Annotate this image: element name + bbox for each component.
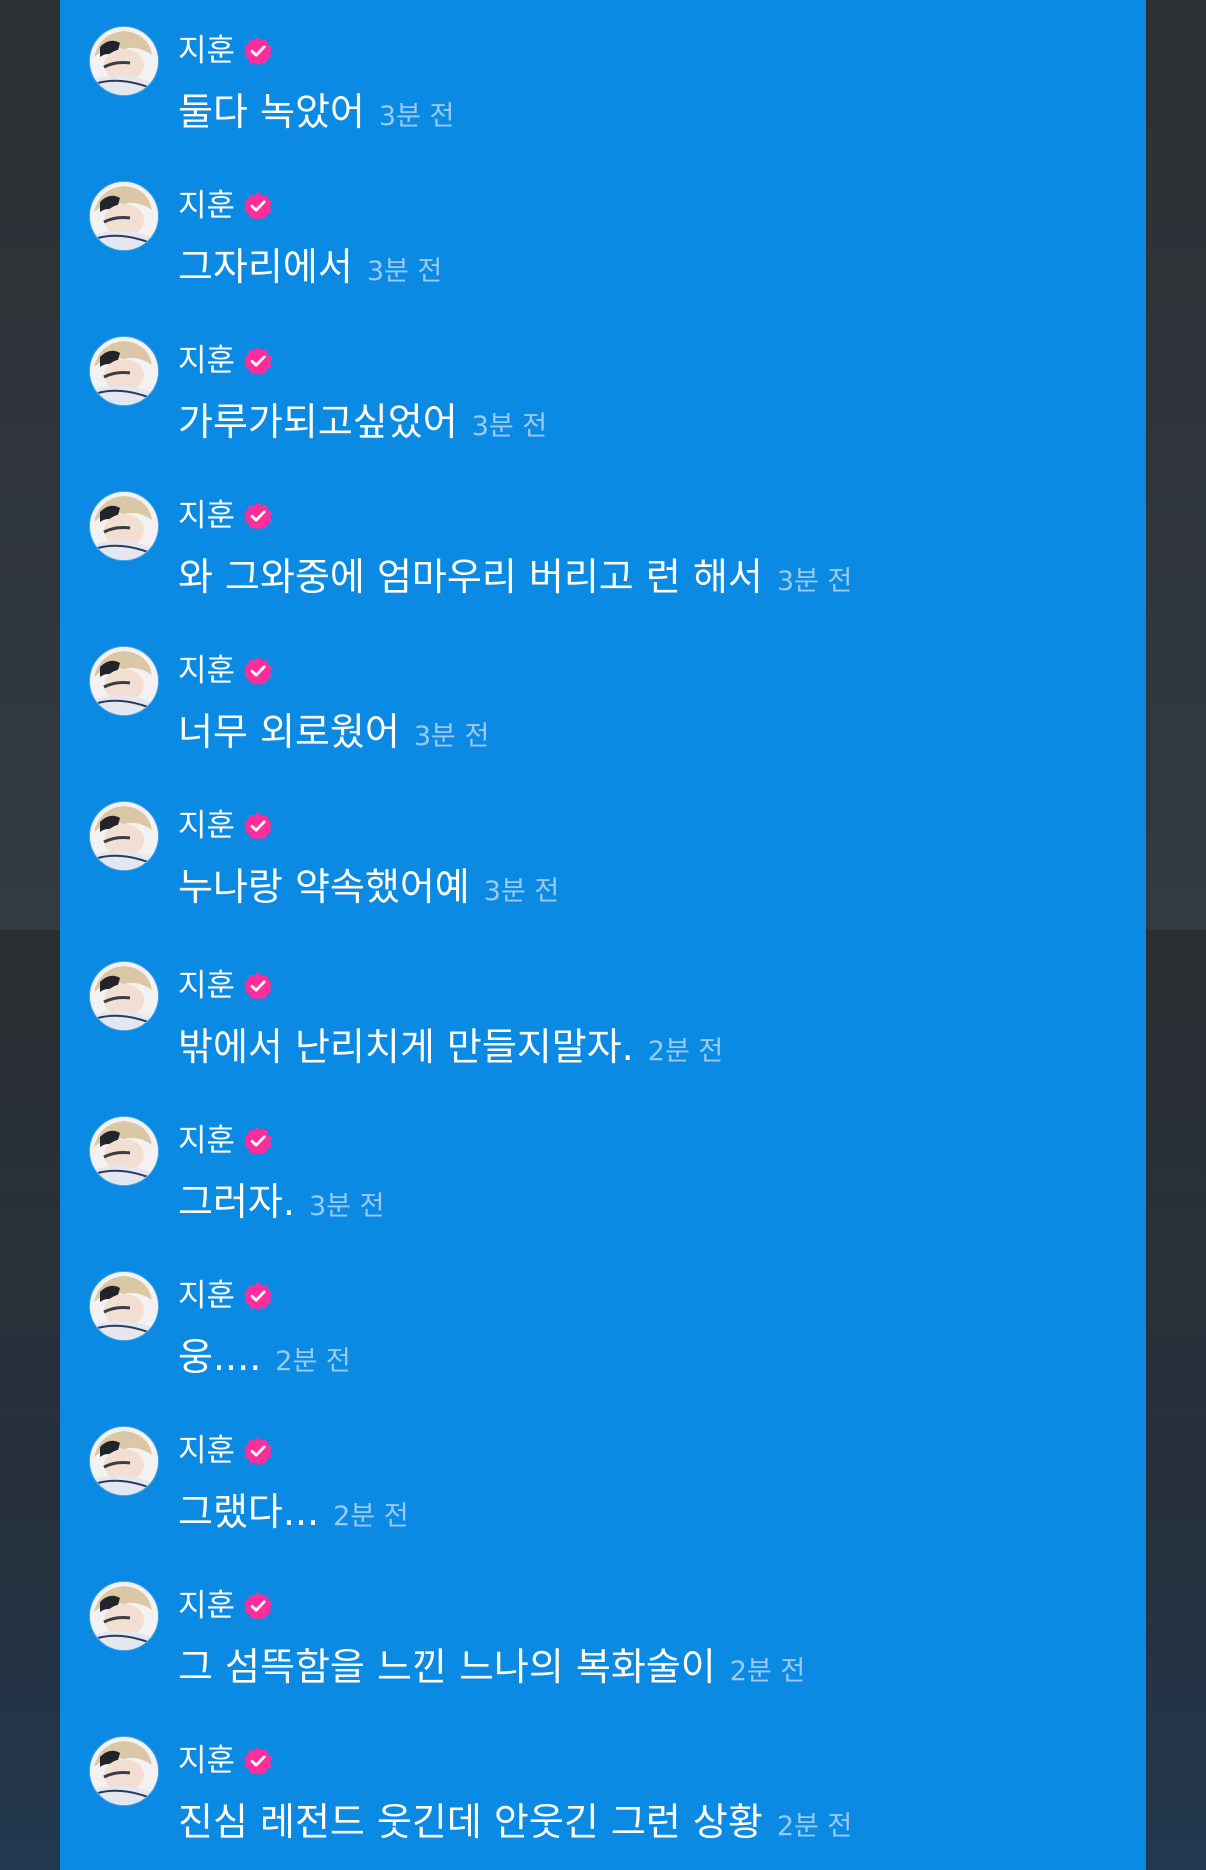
chat-message: 지훈 가루가되고싶었어 3분 전 <box>90 337 1130 487</box>
message-text: 진심 레전드 웃긴데 안웃긴 그런 상황 <box>178 1800 763 1844</box>
avatar[interactable] <box>90 492 158 560</box>
message-timestamp: 2분 전 <box>729 1656 806 1687</box>
message-timestamp: 3분 전 <box>776 566 853 597</box>
verified-check-icon <box>244 347 273 375</box>
message-timestamp: 3분 전 <box>471 411 548 442</box>
message-text: 그러자. <box>178 1180 295 1224</box>
verified-check-icon <box>244 812 273 840</box>
message-text: 그자리에서 <box>178 245 353 289</box>
chat-message: 지훈 그 섬뜩함을 느낀 느나의 복화술이 2분 전 <box>90 1582 1130 1732</box>
avatar[interactable] <box>90 27 158 95</box>
avatar[interactable] <box>90 802 158 870</box>
chat-message-list[interactable]: 지훈 둘다 녹았어 3분 전 지훈 그자리에서 3분 전 지훈 가루가되고싶었어… <box>60 0 1146 1870</box>
avatar[interactable] <box>90 1427 158 1495</box>
verified-check-icon <box>244 1592 273 1620</box>
message-text: 가루가되고싶었어 <box>178 400 458 444</box>
verified-check-icon <box>244 972 273 1000</box>
sender-name[interactable]: 지훈 <box>178 1274 235 1318</box>
verified-check-icon <box>244 37 273 65</box>
avatar[interactable] <box>90 1582 158 1650</box>
avatar[interactable] <box>90 1737 158 1805</box>
avatar[interactable] <box>90 182 158 250</box>
message-timestamp: 2분 전 <box>275 1346 351 1377</box>
sender-name[interactable]: 지훈 <box>178 1119 235 1163</box>
message-timestamp: 3분 전 <box>366 256 443 287</box>
message-text: 너무 외로웠어 <box>178 710 400 754</box>
chat-message: 지훈 둘다 녹았어 3분 전 <box>90 27 1130 177</box>
chat-message: 지훈 누나랑 약속했어예 3분 전 <box>90 802 1130 952</box>
verified-check-icon <box>244 192 273 220</box>
verified-check-icon <box>244 502 273 530</box>
sender-name[interactable]: 지훈 <box>178 494 235 538</box>
message-timestamp: 2분 전 <box>776 1811 853 1842</box>
message-text: 누나랑 약속했어예 <box>178 865 470 909</box>
verified-check-icon <box>244 1437 273 1465</box>
sender-name[interactable]: 지훈 <box>178 1429 235 1473</box>
message-text: 그랬다... <box>178 1490 320 1534</box>
sender-name[interactable]: 지훈 <box>178 804 235 848</box>
message-timestamp: 2분 전 <box>647 1036 724 1067</box>
message-text: 와 그와중에 엄마우리 버리고 런 해서 <box>178 555 763 599</box>
sender-name[interactable]: 지훈 <box>178 1584 235 1628</box>
chat-message: 지훈 진심 레전드 웃긴데 안웃긴 그런 상황 2분 전 <box>90 1737 1130 1870</box>
message-timestamp: 3분 전 <box>413 721 490 752</box>
message-timestamp: 3분 전 <box>483 876 560 907</box>
chat-message: 지훈 웅.... 2분 전 <box>90 1272 1130 1422</box>
message-text: 둘다 녹았어 <box>178 90 365 134</box>
message-text: 그 섬뜩함을 느낀 느나의 복화술이 <box>178 1645 716 1689</box>
chat-message: 지훈 그랬다... 2분 전 <box>90 1427 1130 1577</box>
chat-message: 지훈 그자리에서 3분 전 <box>90 182 1130 332</box>
avatar[interactable] <box>90 337 158 405</box>
avatar[interactable] <box>90 1272 158 1340</box>
message-text: 웅.... <box>178 1335 262 1379</box>
sender-name[interactable]: 지훈 <box>178 1739 235 1783</box>
chat-message: 지훈 그러자. 3분 전 <box>90 1117 1130 1267</box>
avatar[interactable] <box>90 962 158 1030</box>
sender-name[interactable]: 지훈 <box>178 964 235 1008</box>
sender-name[interactable]: 지훈 <box>178 339 235 383</box>
message-timestamp: 2분 전 <box>333 1501 409 1532</box>
verified-check-icon <box>244 1282 273 1310</box>
sender-name[interactable]: 지훈 <box>178 29 235 73</box>
message-timestamp: 3분 전 <box>308 1191 385 1222</box>
chat-message: 지훈 너무 외로웠어 3분 전 <box>90 647 1130 797</box>
chat-message: 지훈 밖에서 난리치게 만들지말자. 2분 전 <box>90 962 1130 1112</box>
message-timestamp: 3분 전 <box>378 101 455 132</box>
verified-check-icon <box>244 657 273 685</box>
avatar[interactable] <box>90 647 158 715</box>
chat-message: 지훈 와 그와중에 엄마우리 버리고 런 해서 3분 전 <box>90 492 1130 642</box>
avatar[interactable] <box>90 1117 158 1185</box>
sender-name[interactable]: 지훈 <box>178 649 235 693</box>
sender-name[interactable]: 지훈 <box>178 184 235 228</box>
message-text: 밖에서 난리치게 만들지말자. <box>178 1025 634 1069</box>
verified-check-icon <box>244 1747 273 1775</box>
verified-check-icon <box>244 1127 273 1155</box>
